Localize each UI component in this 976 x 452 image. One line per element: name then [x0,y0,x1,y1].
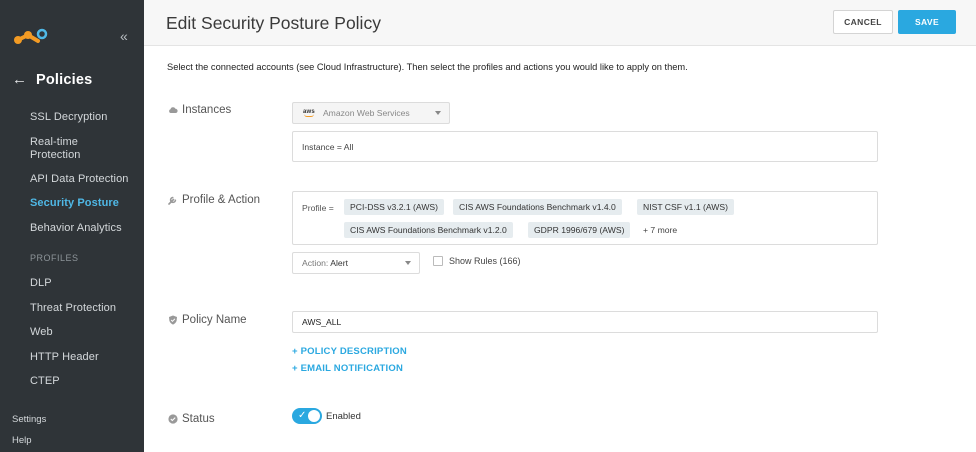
collapse-sidebar-icon[interactable]: « [120,28,128,44]
check-circle-icon [168,414,178,424]
show-rules-label: Show Rules (166) [449,256,521,266]
action-value: Alert [330,258,348,268]
instances-label-text: Instances [182,104,232,116]
action-select[interactable]: Action: Alert [292,252,420,274]
status-toggle[interactable]: ✓ [292,408,322,424]
status-toggle-row: ✓ Enabled [292,408,361,424]
sidebar-item-threat-protection[interactable]: Threat Protection [30,302,116,315]
cancel-button[interactable]: CANCEL [833,10,893,34]
action-prefix: Action: [302,258,329,268]
instance-filter-field[interactable]: Instance = All [292,131,878,162]
sidebar-item-ssl-decryption[interactable]: SSL Decryption [30,111,107,124]
add-policy-description-link[interactable]: + POLICY DESCRIPTION [292,346,407,357]
back-arrow-icon[interactable]: ← [12,71,27,88]
profile-chip[interactable]: GDPR 1996/679 (AWS) [528,222,631,238]
policy-name-label-text: Policy Name [182,314,247,326]
sidebar-item-http-header[interactable]: HTTP Header [30,351,99,364]
show-rules-checkbox[interactable]: Show Rules (166) [433,256,521,266]
back-to-policies[interactable]: ← Policies [12,71,92,88]
profile-action-label: Profile & Action [168,194,260,206]
sidebar-help[interactable]: Help [12,435,32,446]
header-bar: Edit Security Posture Policy CANCEL SAVE [144,0,976,46]
section-title: Policies [36,71,93,88]
save-button[interactable]: SAVE [898,10,956,34]
profile-action-label-text: Profile & Action [182,194,260,206]
more-profiles-link[interactable]: + 7 more [643,225,677,235]
policy-name-label: Policy Name [168,314,247,326]
instructions-text: Select the connected accounts (see Cloud… [167,62,688,72]
instance-filter-value: Instance = All [302,141,354,152]
netskope-logo[interactable] [12,27,50,47]
sidebar-item-behavior-analytics[interactable]: Behavior Analytics [30,222,122,235]
sidebar-settings[interactable]: Settings [12,414,46,425]
policy-name-input[interactable]: AWS_ALL [292,311,878,333]
main-content: Edit Security Posture Policy CANCEL SAVE… [144,0,976,452]
shield-icon [169,315,177,325]
sidebar-item-security-posture[interactable]: Security Posture [30,197,119,210]
chevron-down-icon [435,111,441,115]
page-title: Edit Security Posture Policy [166,13,381,33]
sidebar-item-ctep[interactable]: CTEP [30,375,60,388]
check-icon: ✓ [298,410,307,421]
sidebar: « ← Policies SSL Decryption Real-time Pr… [0,0,144,452]
sidebar-item-dlp[interactable]: DLP [30,277,52,290]
policy-name-value: AWS_ALL [302,317,342,327]
profiles-header: PROFILES [30,253,79,263]
cloud-icon [169,107,178,113]
add-email-notification-link[interactable]: + EMAIL NOTIFICATION [292,363,403,374]
profile-selector[interactable]: Profile = PCI-DSS v3.2.1 (AWS) CIS AWS F… [292,191,878,245]
sidebar-item-api-data-protection[interactable]: API Data Protection [30,173,129,186]
profile-chip[interactable]: CIS AWS Foundations Benchmark v1.4.0 [453,199,622,215]
sidebar-item-web[interactable]: Web [30,326,53,339]
sidebar-item-real-time-protection[interactable]: Real-time Protection [30,136,81,162]
provider-select[interactable]: aws Amazon Web Services [292,102,450,124]
profile-prefix: Profile = [302,203,334,213]
toggle-knob [308,410,320,422]
instances-label: Instances [168,104,231,116]
profile-chip[interactable]: NIST CSF v1.1 (AWS) [637,199,734,215]
provider-value: Amazon Web Services [322,108,410,118]
profile-chip[interactable]: CIS AWS Foundations Benchmark v1.2.0 [344,222,513,238]
checkbox[interactable] [433,256,443,266]
aws-logo-icon: aws [303,109,315,117]
chevron-down-icon [405,261,411,265]
wrench-icon [168,196,177,205]
profile-chip[interactable]: PCI-DSS v3.2.1 (AWS) [344,199,445,215]
status-label: Status [168,413,215,425]
status-toggle-label: Enabled [326,410,361,422]
status-label-text: Status [182,413,215,425]
